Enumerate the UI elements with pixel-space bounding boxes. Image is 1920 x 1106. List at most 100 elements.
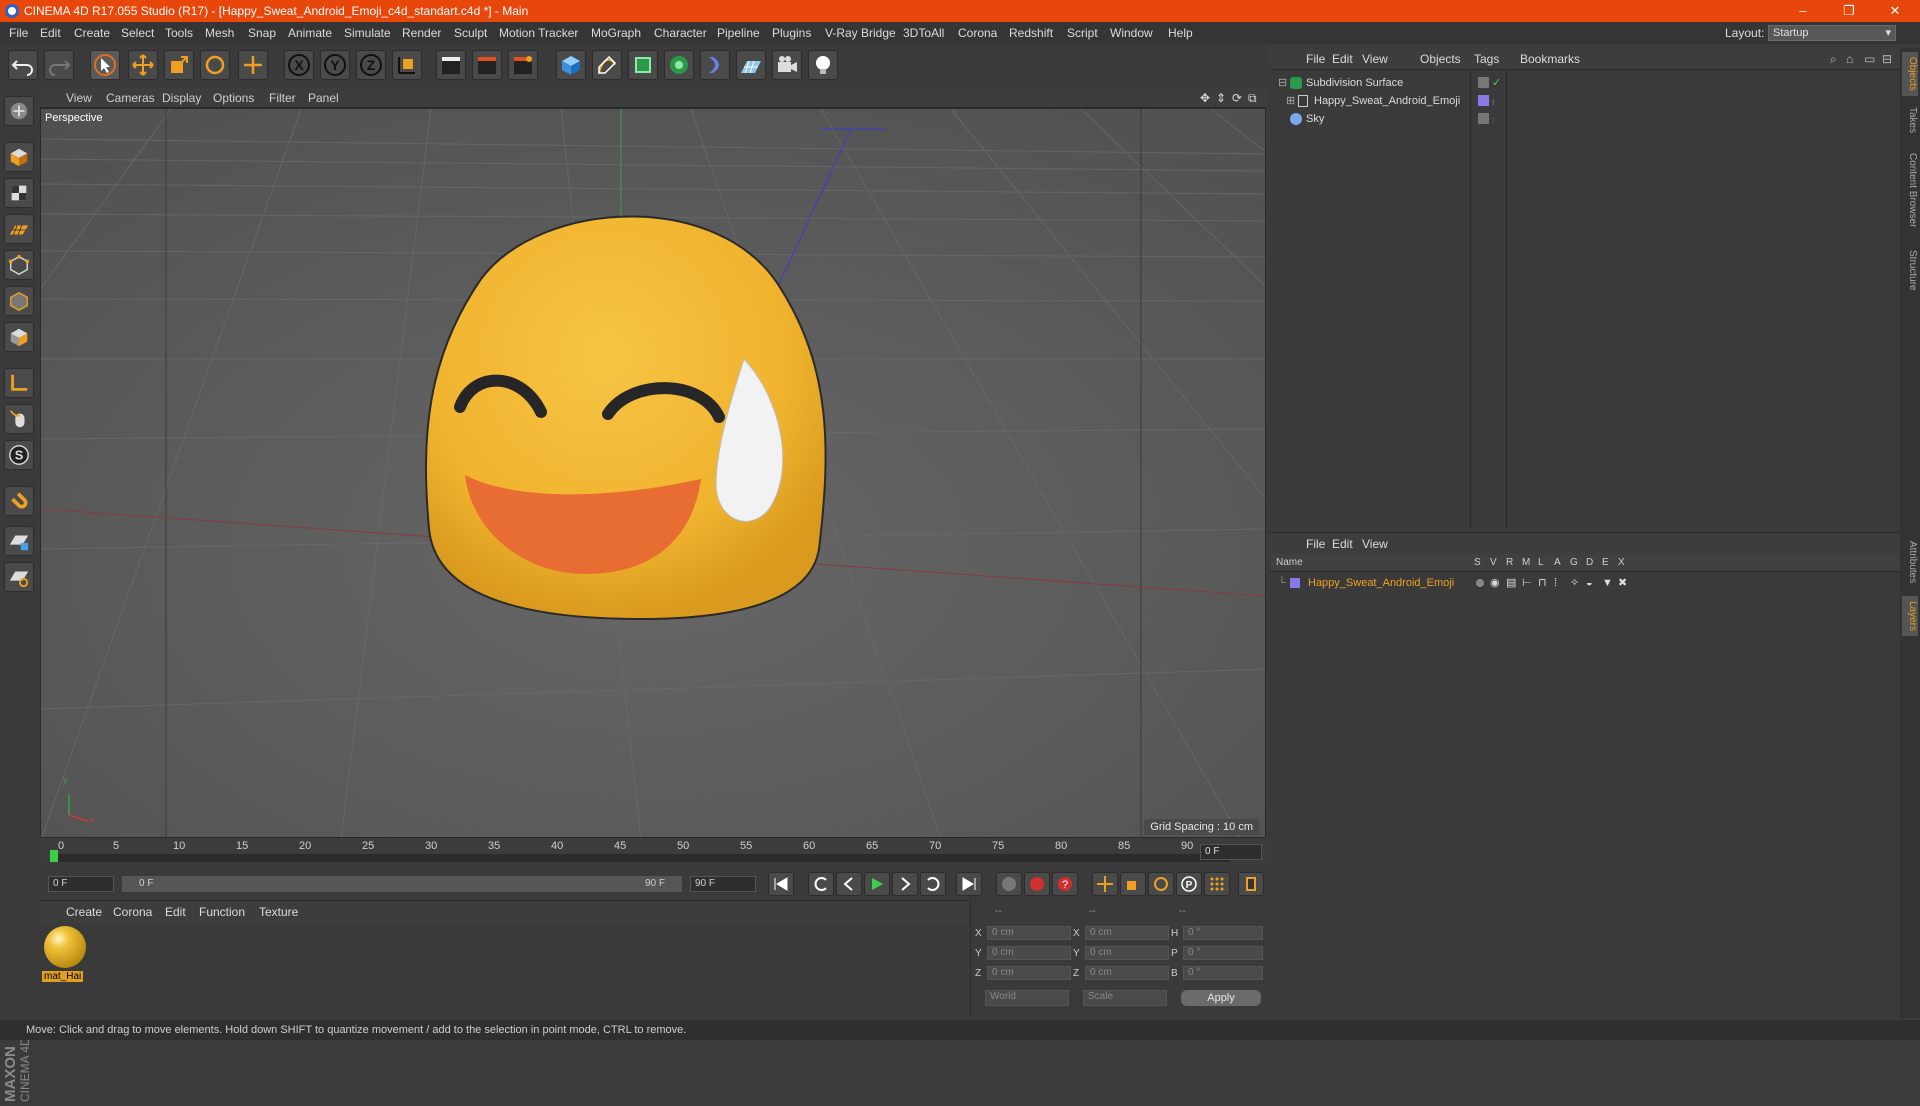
collapse-icon[interactable]: ⊟ (1882, 48, 1892, 70)
object-row[interactable]: ⊟ Subdivision Surface ✓ (1270, 74, 1900, 92)
menu-sculpt[interactable]: Sculpt (454, 22, 487, 44)
position-z-field[interactable]: 0 cm (987, 966, 1071, 980)
object-name[interactable]: Happy_Sweat_Android_Emoji (1314, 92, 1460, 110)
coordinate-mode-select[interactable]: World (985, 990, 1069, 1006)
play-button[interactable] (864, 872, 890, 896)
material-preview-sphere[interactable] (44, 926, 86, 968)
material-menu-corona[interactable]: Corona (113, 901, 152, 923)
tab-attributes[interactable]: Attributes (1902, 532, 1918, 592)
rotation-key-button[interactable] (1148, 872, 1174, 896)
column-v[interactable]: V (1490, 554, 1497, 572)
size-z-field[interactable]: 0 cm (1085, 966, 1169, 980)
go-to-start-button[interactable] (768, 872, 794, 896)
menu-tools[interactable]: Tools (165, 22, 193, 44)
layer-menu-edit[interactable]: Edit (1332, 533, 1353, 555)
workplane-mode-button[interactable] (4, 214, 34, 244)
object-menu-file[interactable]: File (1306, 48, 1325, 70)
object-menu-edit[interactable]: Edit (1332, 48, 1353, 70)
menu-script[interactable]: Script (1067, 22, 1098, 44)
generator-icon[interactable]: ✧ (1570, 574, 1579, 592)
size-y-field[interactable]: 0 cm (1085, 946, 1169, 960)
viewport-zoom-icon[interactable]: ⇕ (1216, 88, 1226, 108)
column-s[interactable]: S (1474, 554, 1481, 572)
locked-workplane-button[interactable] (4, 526, 34, 556)
layout-select[interactable]: Startup ▾ (1768, 25, 1896, 41)
layer-color-icon[interactable] (1478, 95, 1489, 106)
viewport-move-icon[interactable]: ✥ (1200, 88, 1210, 108)
add-light-button[interactable] (808, 50, 838, 80)
axis-mode-button[interactable] (4, 368, 34, 398)
next-key-button[interactable] (920, 872, 946, 896)
tab-takes[interactable]: Takes (1902, 102, 1918, 138)
layer-tag-icon[interactable] (1478, 77, 1489, 88)
z-axis-lock-button[interactable]: Z (356, 50, 386, 80)
scale-tool-button[interactable] (164, 50, 194, 80)
expand-tree-icon[interactable]: ⊞ (1286, 92, 1295, 110)
column-d[interactable]: D (1586, 554, 1593, 572)
new-window-icon[interactable]: ▭ (1864, 48, 1875, 70)
object-menu-bookmarks[interactable]: Bookmarks (1520, 48, 1580, 70)
material-menu-texture[interactable]: Texture (259, 901, 298, 923)
next-frame-button[interactable] (892, 872, 918, 896)
menu-file[interactable]: File (9, 22, 28, 44)
add-cube-button[interactable] (556, 50, 586, 80)
emoji-model[interactable] (424, 215, 827, 621)
object-menu-tags[interactable]: Tags (1474, 48, 1499, 70)
parameter-key-button[interactable]: P (1176, 872, 1202, 896)
column-x[interactable]: X (1618, 554, 1625, 572)
viewport-menu-cameras[interactable]: Cameras (106, 88, 155, 108)
add-spline-button[interactable] (592, 50, 622, 80)
object-row[interactable]: ⊞ Happy_Sweat_Android_Emoji ⁝ (1270, 92, 1900, 110)
menu-corona[interactable]: Corona (958, 22, 997, 44)
render-view-button[interactable] (436, 50, 466, 80)
visible-eye-icon[interactable]: ◉ (1490, 574, 1500, 592)
layer-row[interactable]: └ Happy_Sweat_Android_Emoji ◉ ▤ ⊢ ⊓ ⁞ ✧ … (1270, 574, 1900, 592)
tab-layers[interactable]: Layers (1902, 596, 1918, 636)
playhead-marker[interactable] (50, 850, 58, 862)
lock-icon[interactable]: ⊓ (1538, 574, 1547, 592)
menu-simulate[interactable]: Simulate (344, 22, 391, 44)
points-mode-button[interactable] (4, 250, 34, 280)
timeline-ruler[interactable] (50, 854, 1230, 862)
scale-key-button[interactable] (1120, 872, 1146, 896)
coordinate-system-button[interactable] (392, 50, 422, 80)
menu-mograph[interactable]: MoGraph (591, 22, 641, 44)
minimize-button[interactable]: – (1780, 0, 1826, 22)
viewport-rotate-icon[interactable]: ⟳ (1232, 88, 1242, 108)
search-icon[interactable]: ⌕ (1830, 48, 1837, 70)
solo-icon[interactable] (1476, 579, 1484, 587)
column-g[interactable]: G (1570, 554, 1578, 572)
texture-mode-button[interactable] (4, 178, 34, 208)
y-axis-lock-button[interactable]: Y (320, 50, 350, 80)
deformer-icon[interactable]: ◒ (1586, 574, 1593, 592)
make-editable-button[interactable] (4, 96, 34, 126)
previous-frame-button[interactable] (836, 872, 862, 896)
snapping-button[interactable]: S (4, 440, 34, 470)
menu-create[interactable]: Create (74, 22, 110, 44)
viewport-menu-view[interactable]: View (66, 88, 92, 108)
add-deformer-button[interactable] (700, 50, 730, 80)
tab-structure[interactable]: Structure (1902, 244, 1918, 296)
column-name[interactable]: Name (1276, 554, 1303, 572)
tab-objects[interactable]: Objects (1902, 52, 1918, 96)
menu-redshift[interactable]: Redshift (1009, 22, 1053, 44)
redo-button[interactable] (44, 50, 74, 80)
animation-icon[interactable]: ⁞ (1554, 574, 1557, 592)
add-floor-button[interactable] (736, 50, 766, 80)
autokeying-button[interactable] (1024, 872, 1050, 896)
material-menu-function[interactable]: Function (199, 901, 245, 923)
column-l[interactable]: L (1538, 554, 1544, 572)
menu-animate[interactable]: Animate (288, 22, 332, 44)
layer-color-swatch[interactable] (1290, 578, 1300, 588)
visibility-dots-icon[interactable]: ⁝ (1492, 112, 1495, 130)
select-tool-button[interactable] (90, 50, 120, 80)
menu-render[interactable]: Render (402, 22, 441, 44)
timeline-window-button[interactable] (1238, 872, 1264, 896)
column-a[interactable]: A (1554, 554, 1561, 572)
add-array-button[interactable] (664, 50, 694, 80)
menu-pipeline[interactable]: Pipeline (717, 22, 760, 44)
tab-content-browser[interactable]: Content Browser (1902, 144, 1918, 236)
frame-range-slider[interactable]: 0 F 90 F (122, 876, 682, 892)
object-name[interactable]: Sky (1306, 110, 1324, 128)
layer-name[interactable]: Happy_Sweat_Android_Emoji (1308, 574, 1454, 592)
